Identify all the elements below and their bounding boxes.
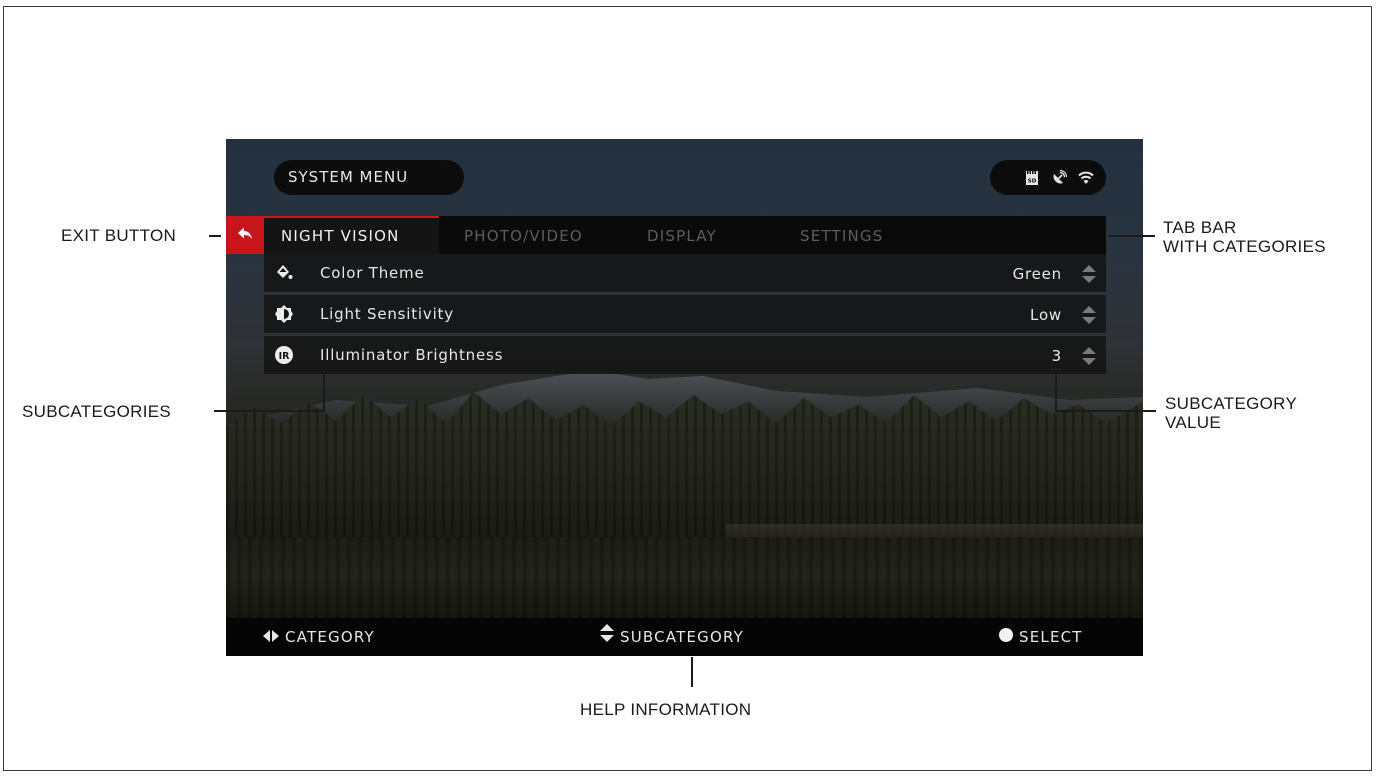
device-screen: SYSTEM MENU SD NIGHT VISION PHOTO/VIDEO … <box>226 139 1143 656</box>
leader-line-value-h <box>1055 410 1156 412</box>
help-category-label: CATEGORY <box>285 628 375 646</box>
menu-title: SYSTEM MENU <box>274 160 464 195</box>
svg-text:SD: SD <box>1028 178 1037 184</box>
left-right-arrows-icon <box>263 618 279 656</box>
list-item-color-theme[interactable]: Color Theme Green <box>264 254 1106 292</box>
subcategory-value: Green <box>1012 265 1062 283</box>
list-item-illuminator-brightness[interactable]: IR Illuminator Brightness 3 <box>264 336 1106 374</box>
up-down-arrows-icon[interactable] <box>1082 306 1096 324</box>
contrast-icon <box>275 305 293 323</box>
list-item-light-sensitivity[interactable]: Light Sensitivity Low <box>264 295 1106 333</box>
leader-line-tab-bar <box>1109 235 1155 237</box>
up-down-arrows-icon[interactable] <box>1082 265 1096 283</box>
annotation-subcategory-value: SUBCATEGORY VALUE <box>1165 394 1297 432</box>
tab-display[interactable]: DISPLAY <box>647 216 717 254</box>
status-icons: SD <box>990 160 1106 195</box>
exit-button[interactable] <box>226 216 264 254</box>
leader-line-exit <box>209 235 221 237</box>
help-select-label: SELECT <box>1019 628 1083 646</box>
ir-icon: IR <box>275 346 293 364</box>
annotation-help-information: HELP INFORMATION <box>580 700 752 719</box>
help-subcategory: SUBCATEGORY <box>600 618 744 656</box>
annotation-subcategory-value-line1: SUBCATEGORY <box>1165 394 1298 413</box>
leader-line-help <box>691 657 693 687</box>
up-down-arrows-icon <box>600 618 614 656</box>
leader-line-subcategories-h <box>214 410 324 412</box>
tab-photo-video[interactable]: PHOTO/VIDEO <box>464 216 583 254</box>
annotation-subcategories: SUBCATEGORIES <box>22 402 172 421</box>
help-bar: CATEGORY SUBCATEGORY SELECT <box>226 618 1143 656</box>
subcategory-value: Low <box>1030 306 1062 324</box>
annotation-subcategory-value-line2: VALUE <box>1165 413 1221 432</box>
leader-line-subcategories-v <box>323 369 325 411</box>
subcategory-label: Illuminator Brightness <box>320 346 504 364</box>
sd-card-icon: SD <box>1024 170 1040 186</box>
leader-line-value-v <box>1055 369 1057 411</box>
subcategory-label: Color Theme <box>320 264 425 282</box>
background-shore <box>726 524 1143 538</box>
subcategory-label: Light Sensitivity <box>320 305 454 323</box>
tab-night-vision[interactable]: NIGHT VISION <box>264 216 439 254</box>
up-down-arrows-icon[interactable] <box>1082 347 1096 365</box>
help-category: CATEGORY <box>263 618 375 656</box>
tab-bar: NIGHT VISION PHOTO/VIDEO DISPLAY SETTING… <box>226 216 1106 254</box>
annotation-exit-button: EXIT BUTTON <box>61 226 177 245</box>
annotation-tab-bar-line2: WITH CATEGORIES <box>1163 237 1326 256</box>
wifi-icon <box>1078 170 1094 186</box>
paint-bucket-icon <box>275 264 293 282</box>
annotation-tab-bar-line1: TAB BAR <box>1163 218 1237 237</box>
back-arrow-icon <box>237 226 253 245</box>
gps-icon <box>1051 169 1068 186</box>
help-select: SELECT <box>999 618 1083 656</box>
dot-icon <box>999 618 1013 656</box>
tab-settings[interactable]: SETTINGS <box>800 216 883 254</box>
subcategory-list: Color Theme Green Light Sensitivity Low … <box>264 254 1106 377</box>
svg-text:IR: IR <box>279 351 291 362</box>
subcategory-value: 3 <box>1051 347 1062 365</box>
background-lake <box>226 537 1143 619</box>
annotation-tab-bar: TAB BAR WITH CATEGORIES <box>1163 218 1326 256</box>
help-subcategory-label: SUBCATEGORY <box>620 628 744 646</box>
